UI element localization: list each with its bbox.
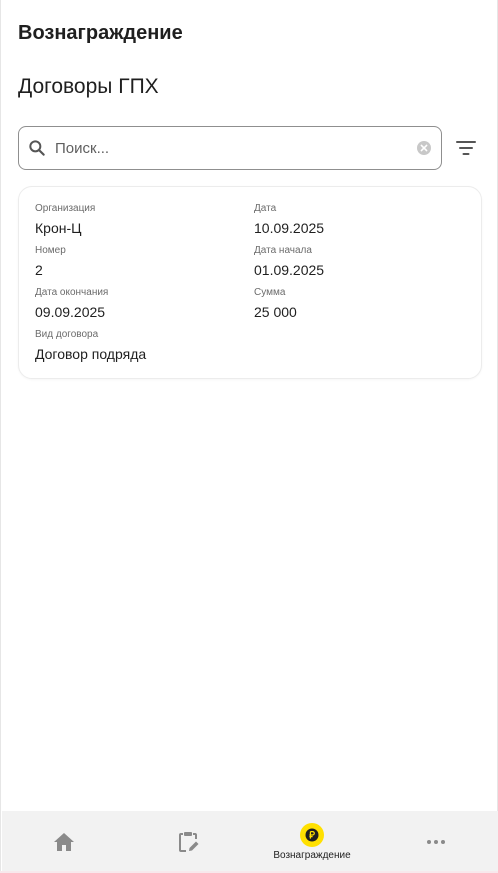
section-title: Договоры ГПХ xyxy=(18,75,159,98)
contract-type-field: Вид договора Договор подряда xyxy=(35,329,146,362)
nav-tasks[interactable] xyxy=(126,811,250,873)
start-date-value: 01.09.2025 xyxy=(254,262,325,278)
search-icon xyxy=(29,140,45,156)
amount-label: Сумма xyxy=(254,287,286,298)
home-icon xyxy=(54,833,74,851)
date-value: 10.09.2025 xyxy=(254,220,325,236)
app-frame: Вознаграждение Договоры ГПХ Организация … xyxy=(0,0,498,873)
date-field: Дата 10.09.2025 xyxy=(254,203,324,236)
reward-icon-badge xyxy=(300,823,324,847)
number-label: Номер xyxy=(35,245,66,256)
search-input[interactable] xyxy=(55,139,417,157)
more-icon xyxy=(427,840,445,844)
end-date-field: Дата окончания 09.09.2025 xyxy=(35,287,108,320)
contract-type-label: Вид договора xyxy=(35,329,99,340)
end-date-label: Дата окончания xyxy=(35,287,109,298)
amount-value: 25 000 xyxy=(254,304,297,320)
nav-home[interactable] xyxy=(2,811,126,873)
nav-reward-label: Вознаграждение xyxy=(273,850,351,861)
organization-value: Крон-Ц xyxy=(35,220,82,236)
start-date-field: Дата начала 01.09.2025 xyxy=(254,245,324,278)
filter-icon[interactable] xyxy=(454,136,478,160)
number-value: 2 xyxy=(35,262,43,278)
number-field: Номер 2 xyxy=(35,245,66,278)
clear-icon[interactable] xyxy=(417,141,431,155)
contract-type-value: Договор подряда xyxy=(35,346,147,362)
nav-reward[interactable]: Вознаграждение xyxy=(250,811,374,873)
search-box[interactable] xyxy=(18,126,442,170)
contract-card[interactable]: Организация Крон-Ц Дата 10.09.2025 Номер… xyxy=(18,186,482,379)
clipboard-edit-icon xyxy=(179,832,199,852)
start-date-label: Дата начала xyxy=(254,245,312,256)
bottom-navigation: Вознаграждение xyxy=(2,811,498,873)
ruble-coin-icon xyxy=(305,828,319,842)
amount-field: Сумма 25 000 xyxy=(254,287,297,320)
page-title: Вознаграждение xyxy=(18,22,183,44)
end-date-value: 09.09.2025 xyxy=(35,304,106,320)
nav-more[interactable] xyxy=(374,811,498,873)
organization-label: Организация xyxy=(35,203,96,214)
organization-field: Организация Крон-Ц xyxy=(35,203,95,236)
date-label: Дата xyxy=(254,203,277,214)
